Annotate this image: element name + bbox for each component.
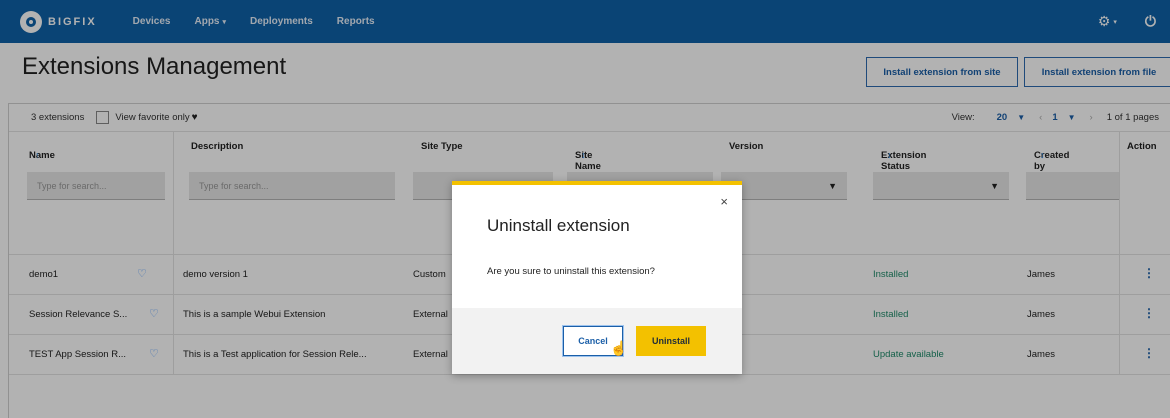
dialog-message: Are you sure to uninstall this extension… (487, 266, 655, 277)
hand-cursor-icon: ☝ (610, 340, 628, 356)
uninstall-dialog: × Uninstall extension Are you sure to un… (452, 181, 742, 374)
dialog-footer: Cancel Uninstall ☝ (452, 308, 742, 374)
close-icon[interactable]: × (720, 194, 728, 209)
uninstall-button[interactable]: Uninstall (636, 326, 706, 356)
dialog-title: Uninstall extension (487, 216, 630, 235)
